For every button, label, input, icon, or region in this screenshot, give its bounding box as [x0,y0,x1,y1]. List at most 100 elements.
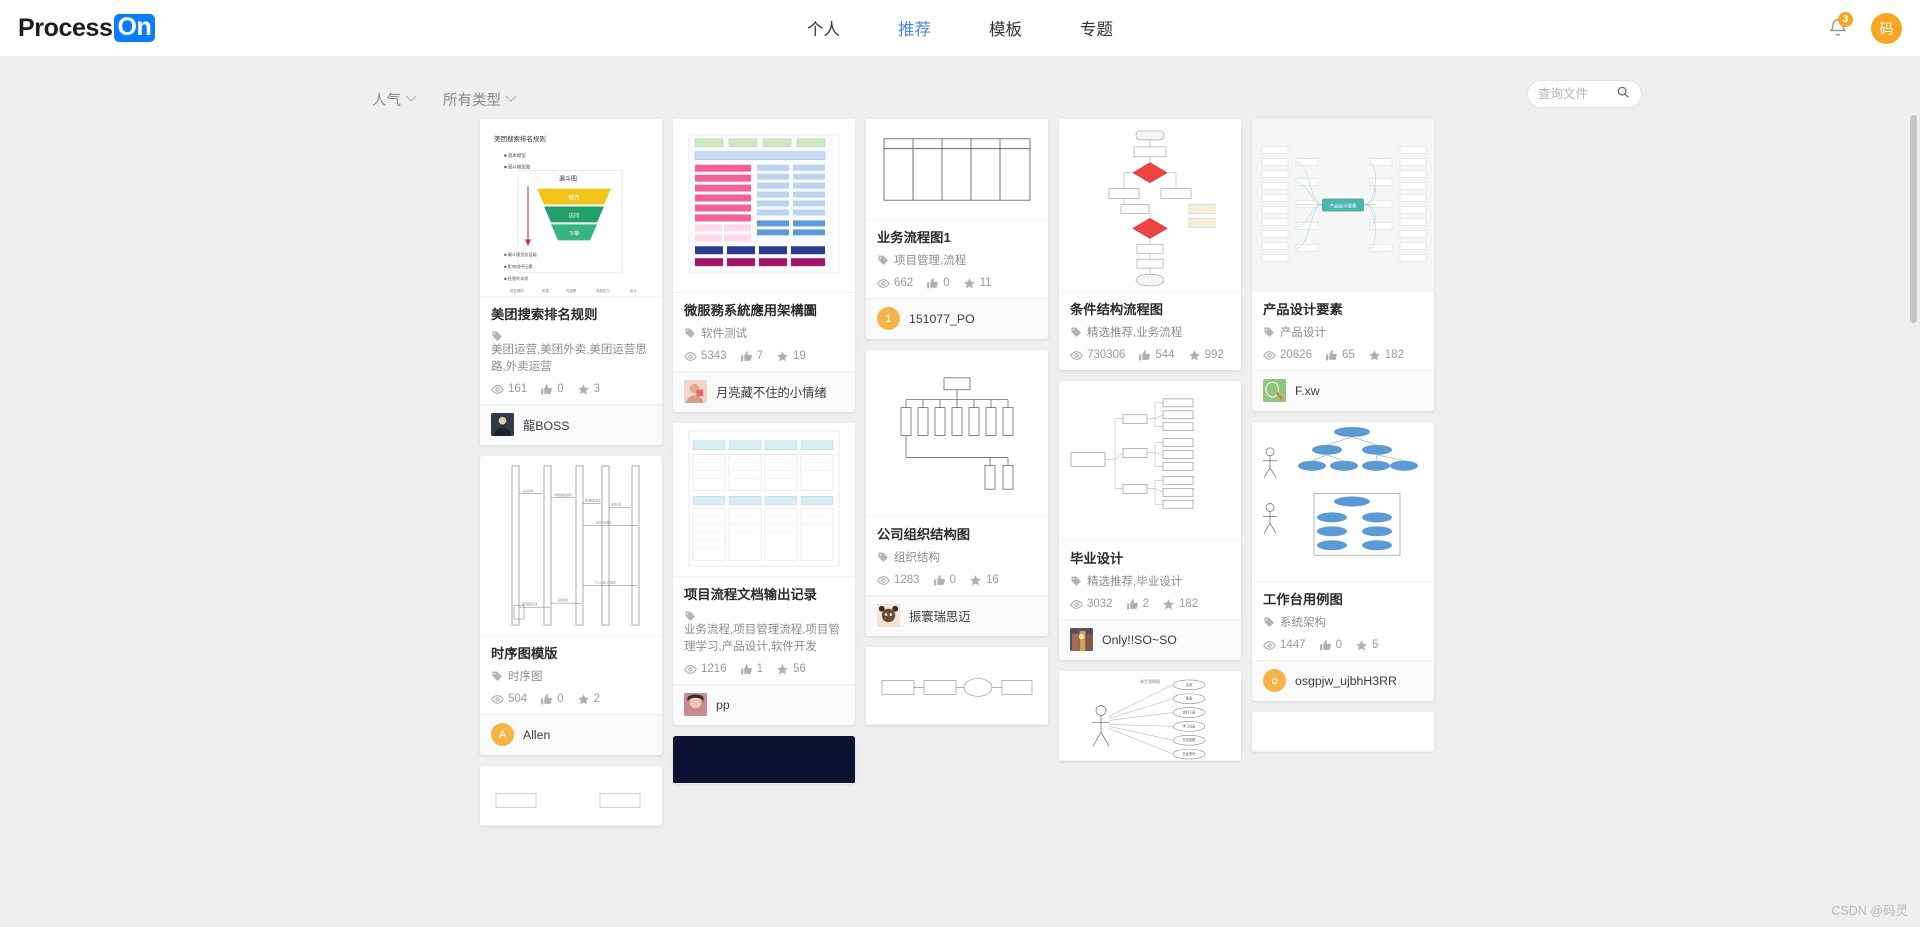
card-thumbnail[interactable] [673,735,855,784]
card-tags-text: 系统架构 [1280,617,1326,630]
likes-count: 0 [943,277,950,290]
sort-filter-dropdown[interactable]: 人气 [372,89,417,110]
author-name: Only!!SO~SO [1102,632,1177,647]
template-card[interactable] [480,765,662,826]
likes-stat: 65 [1325,349,1355,362]
template-card[interactable]: 产品设计要素 产品设计要素 产品设计 20826 65 182 F.xw [1252,119,1434,411]
search-icon[interactable] [1616,85,1630,104]
nav-item-recommend[interactable]: 推荐 [898,16,931,40]
stars-stat: 182 [1162,598,1198,611]
card-thumbnail[interactable] [673,422,855,577]
card-author[interactable]: pp [673,683,855,725]
card-thumbnail[interactable]: 发起请求 请求数据处理中 校验数据状态 返回结果 返回查询数据 写入记录日志数据 返回… [480,455,662,636]
top-header: Process On 个人 推荐 模板 专题 3 码 [0,0,1920,57]
card-author[interactable]: 振寰瑞思迈 [866,594,1048,636]
grid-column-3: 业务流程图1 项目管理,流程 662 0 11 1 151077_PO 公司组织… [866,119,1048,826]
card-author[interactable]: F.xw [1252,369,1434,411]
notifications-button[interactable]: 3 [1827,11,1853,41]
tag-icon [1070,326,1082,338]
tag-icon [491,670,503,682]
user-avatar[interactable]: 码 [1871,13,1902,44]
template-card[interactable]: 公司组织结构图 组织结构 1283 0 16 振寰瑞思迈 [866,349,1048,636]
svg-text:排名规则: 排名规则 [510,288,524,293]
card-tags: 业务流程,项目管理流程,项目管理学习,产品设计,软件开发 [684,610,844,655]
template-card[interactable]: 条件结构流程图 精选推荐,业务流程 730306 544 992 [1059,119,1241,370]
template-card[interactable] [1252,711,1434,752]
card-author[interactable]: A Allen [480,713,662,755]
stars-count: 182 [1384,349,1404,362]
likes-stat: 0 [926,277,950,290]
avatar: 1 [877,307,900,331]
card-thumbnail[interactable]: 美团搜索排名规则 ■ 基本模型 ■ 漏斗模型图 漏斗图 曝光 访问 下单 ■ 漏… [480,119,662,297]
author-name: 振寰瑞思迈 [909,609,971,624]
card-thumbnail[interactable] [1059,119,1241,292]
card-body: 产品设计要素 产品设计 20826 65 182 [1252,292,1434,370]
author-name: F.xw [1295,383,1320,398]
card-thumbnail[interactable]: 产品设计要素 [1252,119,1434,292]
sort-filter-label: 人气 [372,92,401,109]
stars-stat: 3 [577,383,600,396]
svg-text:信息查询: 信息查询 [1183,751,1196,756]
template-card[interactable]: 毕业设计 精选推荐,毕业设计 3032 2 182 Only!!SO~SO [1059,380,1241,660]
card-thumbnail[interactable] [866,119,1048,220]
logo-badge: On [113,14,156,43]
template-card[interactable]: 业务流程图1 项目管理,流程 662 0 11 1 151077_PO [866,119,1048,339]
template-card[interactable] [673,735,855,784]
likes-stat: 544 [1138,349,1175,362]
card-thumbnail[interactable] [866,646,1048,725]
type-filter-dropdown[interactable]: 所有类型 [443,89,517,110]
tag-icon [491,330,651,342]
card-tags: 软件测试 [684,326,844,343]
template-card[interactable]: 项目流程文档输出记录 业务流程,项目管理流程,项目管理学习,产品设计,软件开发 … [673,422,855,725]
card-thumbnail[interactable] [866,349,1048,517]
likes-stat: 1 [740,663,763,676]
card-thumbnail[interactable] [1252,421,1434,582]
card-thumbnail[interactable]: 单生用例图 注册 登录 资料下载 学习记录 在线答疑 信息查询 [1059,670,1241,761]
nav-item-personal[interactable]: 个人 [807,16,840,40]
app-logo[interactable]: Process On [18,14,156,43]
card-author[interactable]: o osgpjw_ujbhH3RR [1252,659,1434,701]
card-thumbnail[interactable] [1059,380,1241,541]
svg-text:学习记录: 学习记录 [1183,723,1197,728]
card-author[interactable]: Only!!SO~SO [1059,618,1241,660]
partial-preview [1252,711,1434,751]
partial-diagram-preview [495,792,641,808]
likes-count: 0 [949,574,956,587]
search-box[interactable] [1527,80,1642,108]
card-stats: 1283 0 16 [877,574,1037,587]
stars-count: 2 [593,693,600,706]
tag-icon [877,254,889,266]
card-stats: 161 0 3 [491,383,651,396]
views-count: 5343 [701,350,727,363]
card-thumbnail[interactable] [673,119,855,293]
svg-text:校验数据状态: 校验数据状态 [585,498,601,502]
card-thumbnail[interactable] [1252,711,1434,752]
grid-column-4: 条件结构流程图 精选推荐,业务流程 730306 544 992 毕业设计 精选… [1059,119,1241,826]
scrollbar-thumb[interactable] [1910,115,1917,323]
stars-stat: 5 [1355,639,1378,652]
card-thumbnail[interactable] [480,765,662,826]
watermark: CSDN @码灵 [1831,904,1908,918]
card-author[interactable]: 月亮藏不住的小情绪 [673,370,855,412]
card-author[interactable]: 龍BOSS [480,403,662,445]
card-tags: 系统架构 [1263,615,1423,632]
template-card[interactable]: 微服務系統應用架構圖 软件测试 5343 7 19 月亮藏不住的小情绪 [673,119,855,412]
author-name: pp [716,697,730,712]
card-tags-text: 项目管理,流程 [894,255,967,268]
card-author[interactable]: 1 151077_PO [866,297,1048,339]
svg-text:请求数据处理中: 请求数据处理中 [554,492,573,496]
template-card[interactable]: 发起请求 请求数据处理中 校验数据状态 返回结果 返回查询数据 写入记录日志数据 返回… [480,455,662,755]
svg-text:权重: 权重 [542,288,549,293]
avatar [1070,628,1093,652]
card-title: 毕业设计 [1070,550,1124,566]
template-card[interactable] [866,646,1048,725]
likes-stat: 0 [1319,639,1342,652]
search-input[interactable] [1538,87,1616,101]
template-card[interactable]: 工作台用例图 系统架构 1447 0 5 o osgpjw_ujbhH3RR [1252,421,1434,701]
template-card[interactable]: 美团搜索排名规则 ■ 基本模型 ■ 漏斗模型图 漏斗图 曝光 访问 下单 ■ 漏… [480,119,662,445]
nav-item-template[interactable]: 模板 [989,16,1022,40]
card-title: 条件结构流程图 [1070,302,1164,317]
thumbs-up-icon [740,663,753,676]
nav-item-topic[interactable]: 专题 [1080,16,1113,40]
template-card[interactable]: 单生用例图 注册 登录 资料下载 学习记录 在线答疑 信息查询 [1059,670,1241,761]
